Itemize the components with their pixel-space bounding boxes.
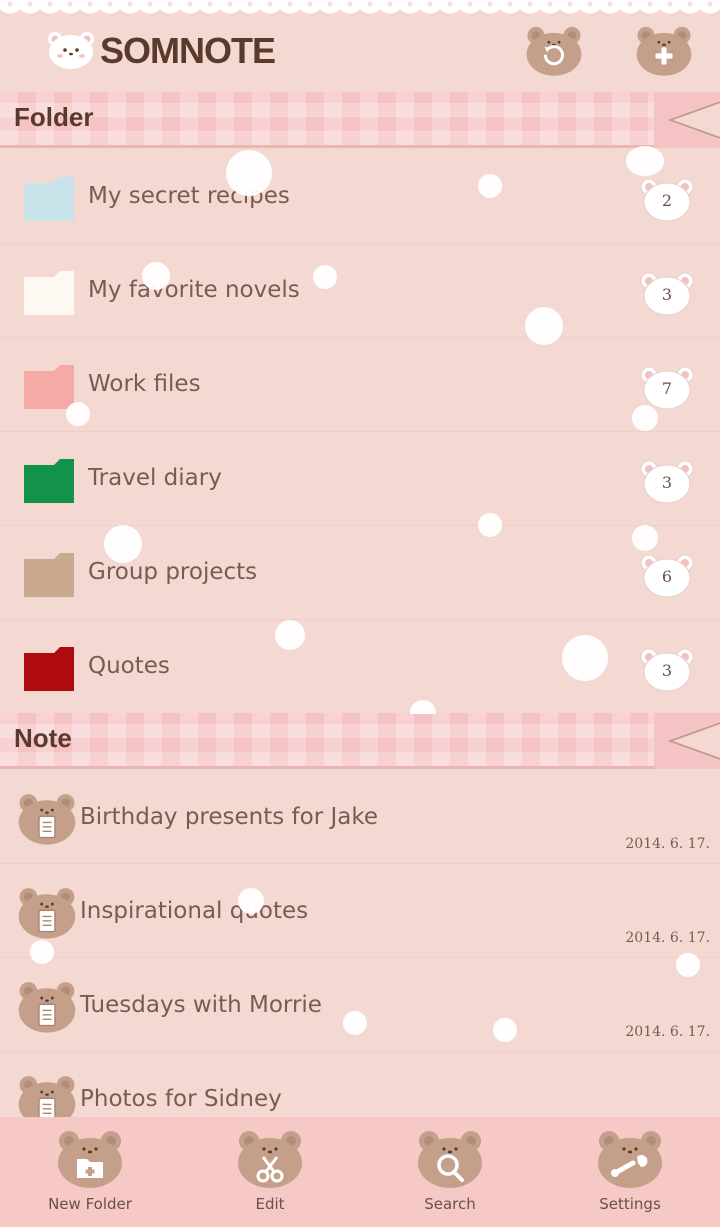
folder-count-badge: 3 (638, 456, 696, 506)
folder-icon (24, 553, 74, 597)
folder-name: Group projects (88, 559, 258, 585)
snow-dot (66, 402, 90, 426)
add-note-button[interactable] (634, 22, 694, 78)
folder-icon (24, 365, 74, 409)
wrench-icon (595, 1127, 665, 1189)
snow-dot (478, 513, 502, 537)
bear-logo-icon (48, 32, 94, 69)
snow-dot (343, 1011, 367, 1035)
folder-row[interactable]: My secret recipes 2 (0, 150, 720, 244)
folder-name: Travel diary (88, 465, 222, 491)
snow-dot (525, 307, 563, 345)
folder-count: 3 (661, 661, 673, 680)
snow-dot (313, 265, 337, 289)
search-icon (415, 1127, 485, 1189)
note-date: 2014. 6. 17. (625, 1024, 710, 1040)
note-row[interactable]: Inspirational quotes 2014. 6. 17. (0, 864, 720, 958)
folder-row[interactable]: Quotes 3 (0, 620, 720, 714)
memo-icon (16, 978, 78, 1034)
refresh-icon (524, 22, 584, 78)
folder-name: Quotes (88, 653, 170, 679)
folder-row[interactable]: Work files 7 (0, 338, 720, 432)
folder-count: 7 (661, 379, 673, 398)
memo-icon (16, 884, 78, 940)
note-date: 2014. 6. 17. (625, 836, 710, 852)
memo-icon (16, 790, 78, 846)
scissors-icon (235, 1127, 305, 1189)
snow-dot (562, 635, 608, 681)
plus-icon (634, 22, 694, 78)
bottom-toolbar: New Folder Edit Search Settings (0, 1117, 720, 1227)
edit-button[interactable]: Edit (180, 1117, 360, 1227)
folder-count-badge: 3 (638, 268, 696, 318)
snow-dot (632, 405, 658, 431)
settings-button[interactable]: Settings (540, 1117, 720, 1227)
note-section-label: Note (14, 723, 72, 753)
note-row[interactable]: Tuesdays with Morrie 2014. 6. 17. (0, 958, 720, 1052)
settings-label: Settings (599, 1195, 661, 1213)
refresh-button[interactable] (524, 22, 584, 78)
new-folder-button[interactable]: New Folder (0, 1117, 180, 1227)
new-folder-icon (55, 1127, 125, 1189)
lace-dots (0, 0, 720, 14)
search-button[interactable]: Search (360, 1117, 540, 1227)
snow-dot (238, 888, 264, 914)
folder-count: 3 (661, 285, 673, 304)
snow-dot (626, 146, 664, 176)
note-title: Photos for Sidney (80, 1086, 282, 1112)
ribbon-tail (654, 713, 720, 769)
folder-icon (24, 177, 74, 221)
folder-icon (24, 271, 74, 315)
snow-dot (676, 953, 700, 977)
snow-dot (142, 262, 170, 290)
folder-count-badge: 3 (638, 644, 696, 694)
folder-count-badge: 2 (638, 174, 696, 224)
snow-dot (104, 525, 142, 563)
note-title: Inspirational quotes (80, 898, 309, 924)
search-label: Search (424, 1195, 476, 1213)
folder-name: Work files (88, 371, 201, 397)
snow-dot (478, 174, 502, 198)
app-title: SOMNOTE (100, 30, 276, 71)
folder-section-header: Folder (0, 92, 720, 148)
note-title: Tuesdays with Morrie (80, 992, 322, 1018)
folder-name: My favorite novels (88, 277, 300, 303)
note-date: 2014. 6. 17. (625, 930, 710, 946)
snow-dot (493, 1018, 517, 1042)
new-folder-label: New Folder (48, 1195, 132, 1213)
snow-dot (275, 620, 305, 650)
folder-icon (24, 459, 74, 503)
note-row[interactable]: Birthday presents for Jake 2014. 6. 17. (0, 770, 720, 864)
folder-count-badge: 6 (638, 550, 696, 600)
snow-dot (226, 150, 272, 196)
folder-row[interactable]: My favorite novels 3 (0, 244, 720, 338)
note-section-header: Note (0, 713, 720, 769)
folder-count: 3 (661, 473, 673, 492)
folder-row[interactable]: Travel diary 3 (0, 432, 720, 526)
folder-count: 6 (661, 567, 673, 586)
edit-label: Edit (255, 1195, 285, 1213)
folder-count: 2 (661, 191, 673, 210)
folder-section-label: Folder (14, 102, 94, 132)
snow-dot (30, 940, 54, 964)
snow-dot (632, 525, 658, 551)
folder-icon (24, 647, 74, 691)
note-title: Birthday presents for Jake (80, 804, 379, 830)
ribbon-tail (654, 92, 720, 148)
